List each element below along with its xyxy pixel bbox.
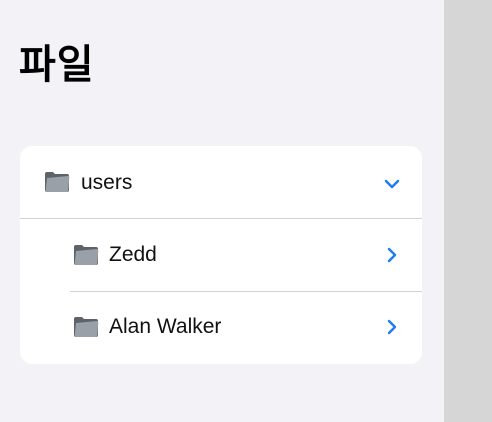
folder-icon xyxy=(74,317,99,337)
chevron-right-icon[interactable] xyxy=(384,247,400,263)
tree-row-zedd[interactable]: Zedd xyxy=(20,219,422,291)
tree-row-label: users xyxy=(81,171,133,194)
folder-tree-card: users Zedd Alan Walker xyxy=(20,146,422,364)
tree-row-label: Alan Walker xyxy=(109,315,222,338)
folder-icon xyxy=(45,172,70,192)
tree-row-label: Zedd xyxy=(109,243,157,266)
sidebar: 파일 users Zedd Alan Walker xyxy=(0,0,444,422)
chevron-right-icon[interactable] xyxy=(384,319,400,335)
tree-row-alan-walker[interactable]: Alan Walker xyxy=(20,292,422,364)
page-title: 파일 xyxy=(19,42,95,88)
detail-pane xyxy=(444,0,492,422)
folder-icon xyxy=(74,245,99,265)
chevron-down-icon[interactable] xyxy=(384,176,400,192)
tree-row-users[interactable]: users xyxy=(20,146,422,218)
